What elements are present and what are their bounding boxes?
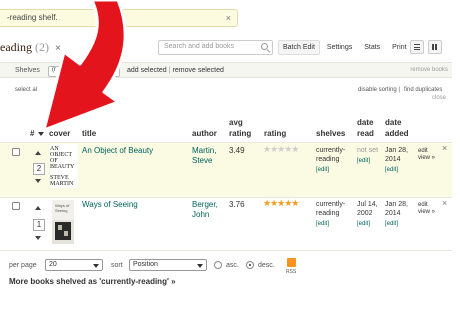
edit-date-added-link[interactable]: [edit] <box>385 165 398 175</box>
cover-title-band: Ways of Seeing <box>52 200 74 220</box>
edit-shelves-link[interactable]: [edit] <box>316 219 329 229</box>
asc-radio[interactable] <box>214 261 222 269</box>
close-sort-bar-link[interactable]: close <box>432 95 446 101</box>
disable-sorting-link: disable sorting | <box>358 87 400 93</box>
more-books-link[interactable]: More books shelved as 'currently-reading… <box>9 277 176 286</box>
notice-bar: -reading shelf. × <box>0 9 238 27</box>
date-added-value: 2014 <box>385 210 401 217</box>
shelf-name: reading <box>316 210 340 217</box>
per-page-label: per page <box>9 262 37 269</box>
book-cover[interactable]: AN OBJECT OF BEAUTY STEVE MARTIN <box>50 144 78 188</box>
rating-stars[interactable]: ★★★★★ <box>263 144 299 155</box>
cover-text-line: BEAUTY <box>50 164 75 170</box>
avg-rating-value: 3.76 <box>229 200 245 209</box>
settings-button[interactable]: Settings <box>322 40 357 55</box>
add-selected-button[interactable]: add selected <box>127 67 167 74</box>
rss-label[interactable]: RSS <box>286 269 296 275</box>
move-down-icon[interactable] <box>35 236 41 240</box>
book-cover[interactable]: Ways of Seeing <box>52 200 74 244</box>
print-button[interactable]: Print <box>387 40 411 55</box>
list-view-icon[interactable] <box>410 40 424 54</box>
grid-view-icon[interactable] <box>428 40 442 54</box>
view-review-link[interactable]: view » <box>418 207 435 217</box>
column-header-cover[interactable]: cover <box>49 129 70 139</box>
rating-stars[interactable]: ★★★★★ <box>263 198 299 209</box>
remove-selected-button[interactable]: remove selected <box>173 67 224 74</box>
date-read-value: 2002 <box>357 210 373 217</box>
date-added-value: 2014 <box>385 156 401 163</box>
author-link[interactable]: Steve <box>192 156 212 166</box>
column-header-date-added-2[interactable]: added <box>385 129 409 139</box>
book-title-link[interactable]: An Object of Beauty <box>82 146 153 156</box>
notice-text: -reading shelf. <box>7 13 58 22</box>
search-icon[interactable] <box>261 43 268 50</box>
author-link[interactable]: Berger, <box>192 200 218 210</box>
column-header-rating[interactable]: rating <box>264 129 286 139</box>
shelf-action-bar: Shelves (r add selected | remove selected … <box>0 62 452 78</box>
sort-descending-icon[interactable] <box>38 132 44 136</box>
column-header-date-read-2[interactable]: read <box>357 129 374 139</box>
move-up-icon[interactable] <box>35 151 41 155</box>
avg-rating-value: 3.49 <box>229 146 245 155</box>
column-header-avg-rating-1[interactable]: avg <box>229 118 243 128</box>
add-selected-link: add selected | remove selected <box>127 67 224 74</box>
sort-select[interactable]: Position <box>129 259 207 271</box>
author-link[interactable]: Martin, <box>192 146 216 156</box>
select-all-link[interactable]: select al <box>15 87 37 93</box>
sort-options-bar: select al disable sorting | find duplica… <box>0 82 452 104</box>
author-link[interactable]: John <box>192 210 209 220</box>
notice-close-icon[interactable]: × <box>226 10 231 26</box>
edit-shelves-link[interactable]: [edit] <box>316 165 329 175</box>
clear-shelf-icon[interactable]: × <box>55 43 61 54</box>
shelf-select[interactable]: (r <box>48 66 120 77</box>
goodreads-shelf-page: -reading shelf. × eading (2) × Search an… <box>0 0 460 310</box>
move-up-icon[interactable] <box>35 206 41 210</box>
date-read-value: not set <box>357 147 379 154</box>
desc-radio[interactable] <box>246 261 254 269</box>
toolbar: Batch Edit Settings Stats Print <box>278 40 414 55</box>
edit-date-added-link[interactable]: [edit] <box>385 219 398 229</box>
page-title: eading (2) × <box>0 40 61 55</box>
column-header-date-added-1[interactable]: date <box>385 118 401 128</box>
column-header-author[interactable]: author <box>192 129 217 139</box>
column-header-date-read-1[interactable]: date <box>357 118 373 128</box>
separator: | <box>168 67 171 74</box>
column-header-shelves[interactable]: shelves <box>316 129 345 139</box>
cover-text-line: Seeing <box>55 208 68 213</box>
remove-book-icon[interactable]: × <box>442 198 447 208</box>
edit-date-read-link[interactable]: [edit] <box>357 219 370 229</box>
rss-icon[interactable] <box>287 258 296 267</box>
row-checkbox[interactable] <box>12 202 20 210</box>
cover-image <box>55 222 71 240</box>
position-input[interactable]: 1 <box>33 219 45 231</box>
sort-label: sort <box>111 262 123 269</box>
edit-date-read-link[interactable]: [edit] <box>357 156 370 166</box>
shelves-label: Shelves <box>15 67 40 74</box>
view-review-link[interactable]: view » <box>418 153 435 163</box>
row-checkbox[interactable] <box>12 148 20 156</box>
search-placeholder: Search and add books <box>164 43 235 50</box>
stats-button[interactable]: Stats <box>359 40 385 55</box>
column-header-avg-rating-2[interactable]: rating <box>229 129 251 139</box>
cover-text-line: MARTIN <box>50 181 74 187</box>
batch-edit-button[interactable]: Batch Edit <box>278 40 320 55</box>
asc-label: asc. <box>226 262 239 269</box>
shelf-name: reading <box>316 156 340 163</box>
per-page-select[interactable]: 20 <box>45 259 103 271</box>
desc-label: desc. <box>258 262 275 269</box>
find-duplicates-link[interactable]: find duplicates <box>404 87 442 93</box>
shelf-count: (2) <box>35 40 49 54</box>
column-header-title[interactable]: title <box>82 129 96 139</box>
column-header-position[interactable]: # <box>30 129 34 139</box>
remove-book-icon[interactable]: × <box>442 143 447 153</box>
shelf-title: eading <box>0 40 32 54</box>
separator: | <box>398 87 400 93</box>
position-input[interactable]: 2 <box>33 163 45 175</box>
search-input[interactable]: Search and add books <box>158 40 273 55</box>
disable-sorting-button[interactable]: disable sorting <box>358 87 397 93</box>
remove-books-link[interactable]: remove books <box>410 67 448 73</box>
book-title-link[interactable]: Ways of Seeing <box>82 200 138 210</box>
move-down-icon[interactable] <box>35 179 41 183</box>
